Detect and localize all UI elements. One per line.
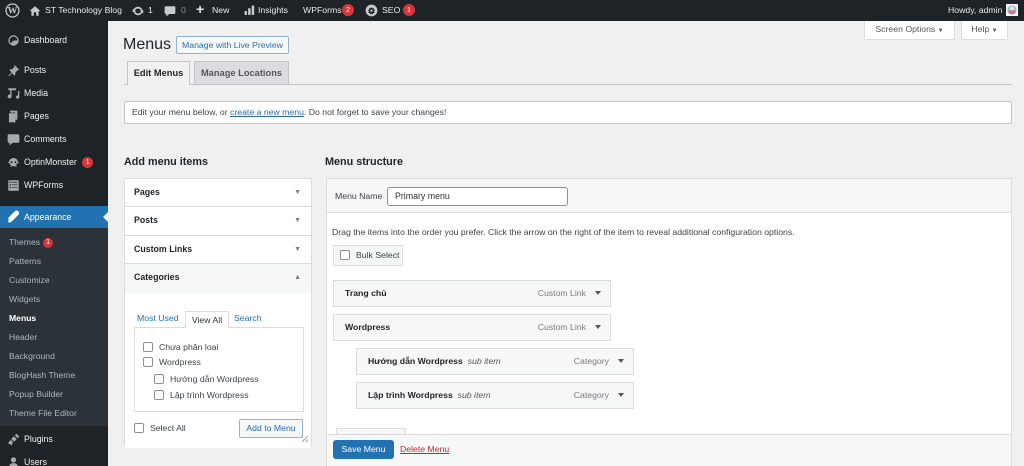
svg-text:W: W (8, 6, 18, 17)
